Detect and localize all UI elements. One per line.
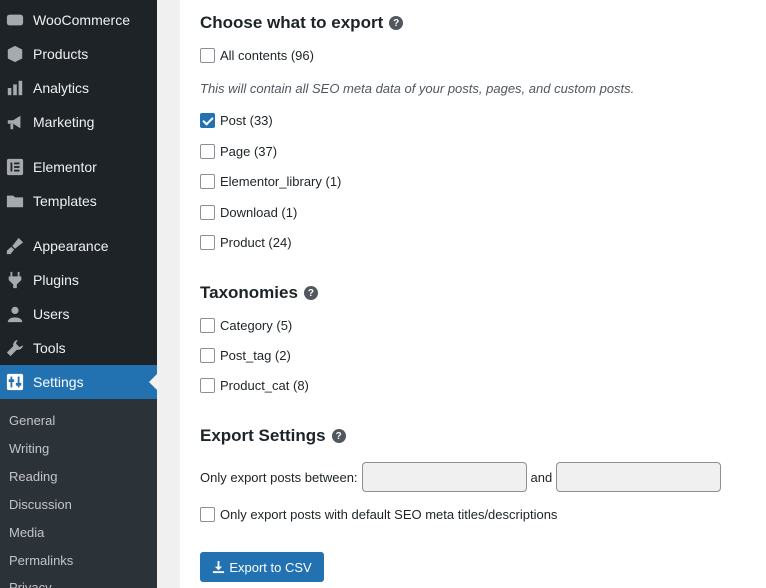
export-description: This will contain all SEO meta data of y… [200,81,635,96]
post-type-option-post[interactable]: Post (33) [200,113,273,128]
submenu-item-privacy[interactable]: Privacy [9,580,52,588]
submenu-item-reading[interactable]: Reading [9,469,57,484]
checkbox-label: Product (24) [220,235,292,250]
date-range-label: Only export posts between: [200,469,358,485]
sidebar-item-label: WooCommerce [33,12,130,28]
sidebar-item-tools[interactable]: Tools [0,331,157,365]
sidebar-item-label: Analytics [33,80,90,96]
content-gutter [157,0,180,588]
taxonomy-option-post-tag[interactable]: Post_tag (2) [200,348,291,363]
export-csv-button-label: Export to CSV [229,559,312,575]
export-section-title: Choose what to export ? [200,13,404,33]
settings-submenu: General Writing Reading Discussion Media… [0,399,157,588]
wrench-icon [5,338,25,358]
post-tag-checkbox[interactable] [200,348,215,363]
export-csv-button[interactable]: Export to CSV [200,552,324,582]
sidebar-item-label: Users [33,306,70,322]
submenu-item-permalinks[interactable]: Permalinks [9,553,73,568]
submenu-item-general[interactable]: General [9,413,55,428]
export-panel: Choose what to export ? All contents (96… [180,0,766,588]
folder-icon [5,191,25,211]
submenu-item-writing[interactable]: Writing [9,441,49,456]
date-range-row: Only export posts between: and [200,462,725,492]
user-icon [5,304,25,324]
product-cat-checkbox[interactable] [200,378,215,393]
sidebar-item-marketing[interactable]: Marketing [0,105,157,139]
help-icon[interactable]: ? [331,429,346,443]
post-type-option-page[interactable]: Page (37) [200,144,277,159]
help-icon[interactable]: ? [303,286,318,300]
sidebar-item-label: Tools [33,340,66,356]
start-date-input[interactable] [361,462,527,492]
submenu-item-discussion[interactable]: Discussion [9,497,72,512]
checkbox-label: Post_tag (2) [220,348,291,363]
checkbox-label: Page (37) [220,144,278,159]
sidebar-item-label: Elementor [33,159,97,175]
admin-sidebar: WooCommerce Products Analytics Marketing… [0,0,157,588]
bar-chart-icon [5,78,25,98]
megaphone-icon [5,112,25,132]
and-label: and [530,469,553,485]
sidebar-item-label: Plugins [33,272,79,288]
default-meta-checkbox[interactable] [200,507,215,522]
checkbox-label: Only export posts with default SEO meta … [220,507,558,522]
sidebar-item-label: Products [33,46,89,62]
elementor-icon [5,157,25,177]
taxonomies-title-text: Taxonomies [200,283,298,302]
export-title-text: Choose what to export [200,13,384,32]
plug-icon [5,270,25,290]
taxonomy-option-category[interactable]: Category (5) [200,318,292,333]
paintbrush-icon [5,236,25,256]
download-checkbox[interactable] [200,205,215,220]
default-meta-option[interactable]: Only export posts with default SEO meta … [200,507,557,522]
post-type-option-product[interactable]: Product (24) [200,235,292,250]
export-settings-title-text: Export Settings [200,426,326,445]
checkbox-label: Post (33) [220,113,273,128]
post-type-option-download[interactable]: Download (1) [200,205,297,220]
product-checkbox[interactable] [200,235,215,250]
sidebar-item-label: Appearance [33,238,109,254]
category-checkbox[interactable] [200,318,215,333]
sidebar-item-label: Marketing [33,114,95,130]
sidebar-item-templates[interactable]: Templates [0,184,157,218]
elementor-library-checkbox[interactable] [200,174,215,189]
checkbox-label: Download (1) [220,205,298,220]
all-contents-option[interactable]: All contents (96) [200,48,314,63]
sidebar-item-settings[interactable]: Settings [0,365,157,399]
sidebar-item-analytics[interactable]: Analytics [0,71,157,105]
box-icon [5,44,25,64]
submenu-item-media[interactable]: Media [9,525,44,540]
help-icon[interactable]: ? [389,16,404,30]
sidebar-item-plugins[interactable]: Plugins [0,263,157,297]
download-icon [213,560,225,573]
sidebar-item-products[interactable]: Products [0,37,157,71]
checkbox-label: Elementor_library (1) [220,174,342,189]
page-checkbox[interactable] [200,144,215,159]
sidebar-item-woocommerce[interactable]: WooCommerce [0,3,157,37]
woo-icon [5,10,25,30]
post-checkbox[interactable] [200,113,215,128]
sidebar-item-label: Settings [33,374,84,390]
sidebar-item-appearance[interactable]: Appearance [0,229,157,263]
export-settings-section-title: Export Settings ? [200,426,346,446]
sidebar-item-users[interactable]: Users [0,297,157,331]
checkbox-label: All contents (96) [220,48,314,63]
end-date-input[interactable] [556,462,722,492]
checkbox-label: Product_cat (8) [220,378,309,393]
taxonomies-section-title: Taxonomies ? [200,283,318,303]
sidebar-item-label: Templates [33,193,97,209]
checkbox-label: Category (5) [220,318,293,333]
post-type-option-elementor-library[interactable]: Elementor_library (1) [200,174,341,189]
settings-icon [5,372,25,392]
all-contents-checkbox[interactable] [200,48,215,63]
sidebar-item-elementor[interactable]: Elementor [0,150,157,184]
taxonomy-option-product-cat[interactable]: Product_cat (8) [200,378,309,393]
